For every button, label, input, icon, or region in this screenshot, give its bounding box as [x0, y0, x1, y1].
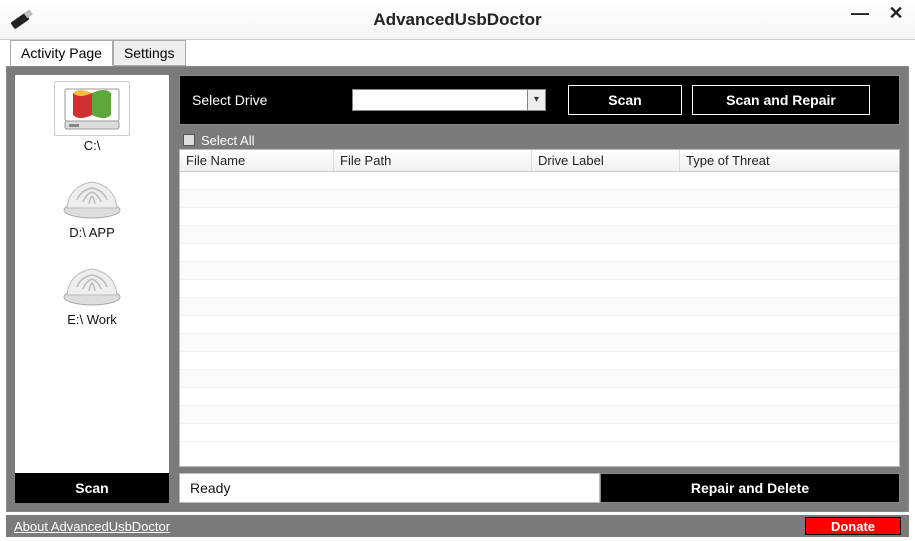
table-body: [180, 172, 899, 466]
drive-select-input[interactable]: [353, 90, 527, 110]
scan-button[interactable]: Scan: [568, 85, 682, 115]
app-window: AdvancedUsbDoctor — ✕ Activity Page Sett…: [0, 0, 915, 541]
table-row: [180, 406, 899, 424]
select-all-checkbox[interactable]: [183, 134, 195, 146]
column-file-name[interactable]: File Name: [180, 150, 334, 171]
table-row: [180, 208, 899, 226]
column-file-path[interactable]: File Path: [334, 150, 532, 171]
window-title: AdvancedUsbDoctor: [0, 10, 915, 30]
table-row: [180, 388, 899, 406]
about-link[interactable]: About AdvancedUsbDoctor: [14, 519, 170, 534]
table-row: [180, 334, 899, 352]
table-row: [180, 352, 899, 370]
drive-item-d[interactable]: D:\ APP: [15, 171, 169, 240]
main-panel: Select Drive ▾ Scan Scan and Repair Sele…: [179, 75, 900, 503]
table-row: [180, 172, 899, 190]
column-threat-type[interactable]: Type of Threat: [680, 150, 899, 171]
table-row: [180, 244, 899, 262]
tab-activity-page[interactable]: Activity Page: [10, 40, 113, 66]
select-all-label: Select All: [201, 133, 254, 148]
drive-item-c[interactable]: C:\: [15, 81, 169, 153]
titlebar: AdvancedUsbDoctor — ✕: [0, 0, 915, 40]
drive-select-combo[interactable]: ▾: [352, 89, 546, 111]
tabs-bar: Activity Page Settings: [0, 40, 915, 66]
external-drive-icon: [56, 171, 128, 221]
drive-label: C:\: [15, 138, 169, 153]
table-row: [180, 262, 899, 280]
drive-label: D:\ APP: [15, 225, 169, 240]
scan-and-repair-button[interactable]: Scan and Repair: [692, 85, 870, 115]
donate-button[interactable]: Donate: [805, 517, 901, 535]
drive-label: E:\ Work: [15, 312, 169, 327]
status-bar: Ready Repair and Delete: [179, 473, 900, 503]
drive-item-e[interactable]: E:\ Work: [15, 258, 169, 327]
tab-settings[interactable]: Settings: [113, 40, 186, 66]
select-drive-bar: Select Drive ▾ Scan Scan and Repair: [179, 75, 900, 125]
table-row: [180, 280, 899, 298]
table-row: [180, 226, 899, 244]
table-header: File Name File Path Drive Label Type of …: [180, 150, 899, 172]
status-text: Ready: [179, 473, 600, 503]
content-row: C:\ D:\ APP: [15, 75, 900, 503]
table-row: [180, 190, 899, 208]
drive-sidebar: C:\ D:\ APP: [15, 75, 169, 503]
select-all-row: Select All: [179, 131, 900, 149]
window-controls: — ✕: [849, 4, 907, 26]
footer: About AdvancedUsbDoctor Donate: [6, 515, 909, 537]
content-area: C:\ D:\ APP: [6, 66, 909, 512]
close-button[interactable]: ✕: [885, 4, 907, 26]
chevron-down-icon[interactable]: ▾: [527, 90, 545, 110]
repair-and-delete-button[interactable]: Repair and Delete: [600, 473, 900, 503]
sidebar-scan-button[interactable]: Scan: [15, 473, 169, 503]
table-row: [180, 298, 899, 316]
column-drive-label[interactable]: Drive Label: [532, 150, 680, 171]
table-row: [180, 424, 899, 442]
results-table: File Name File Path Drive Label Type of …: [179, 149, 900, 467]
table-row: [180, 316, 899, 334]
table-row: [180, 370, 899, 388]
select-drive-label: Select Drive: [192, 92, 342, 108]
app-icon: [6, 4, 38, 36]
table-section: Select All File Name File Path Drive Lab…: [179, 131, 900, 467]
minimize-button[interactable]: —: [849, 4, 871, 26]
external-drive-icon: [56, 258, 128, 308]
hard-drive-icon: [54, 81, 130, 136]
